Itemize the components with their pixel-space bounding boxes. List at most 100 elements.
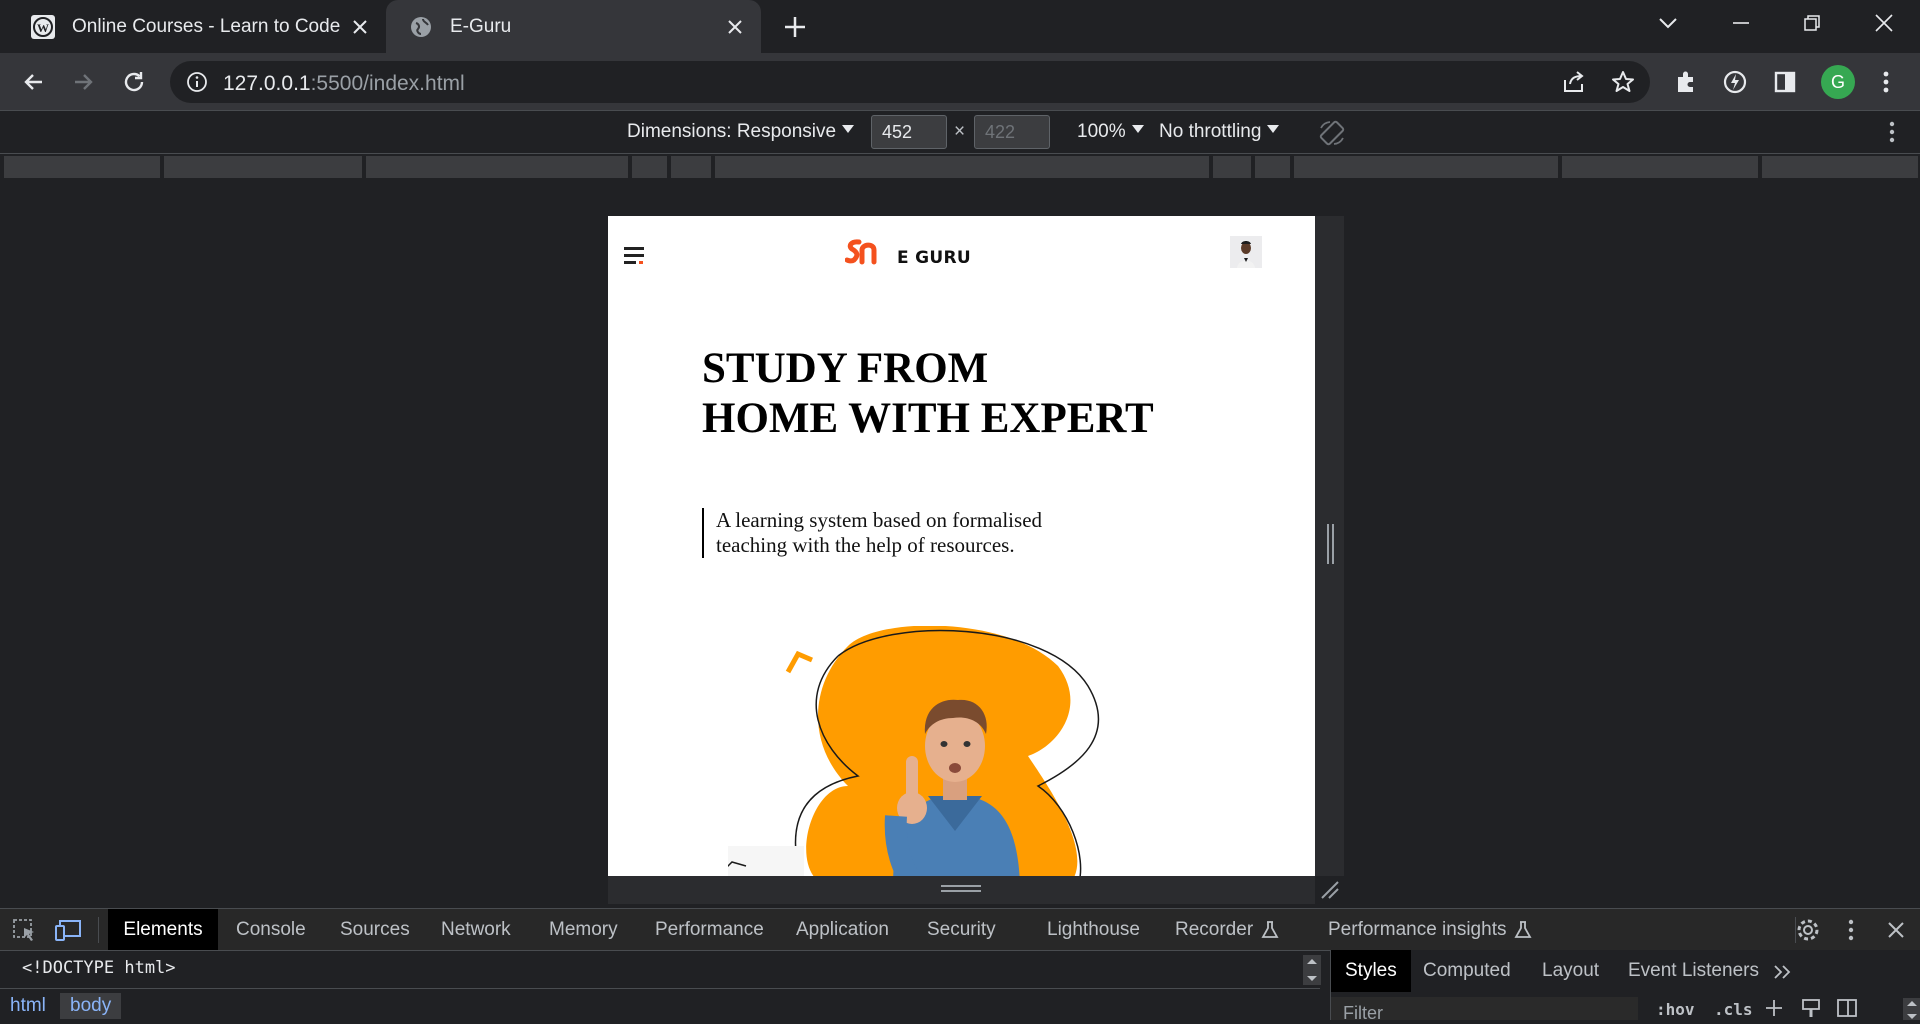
doctype-node[interactable]: <!DOCTYPE html> (22, 958, 176, 978)
media-query-segment[interactable] (1213, 156, 1251, 178)
breadcrumb-html[interactable]: html (0, 993, 56, 1019)
rotate-icon[interactable] (1318, 120, 1346, 146)
width-input[interactable]: 452 (871, 115, 947, 149)
tab-network[interactable]: Network (441, 909, 511, 950)
dimensions-dropdown[interactable]: Dimensions: Responsive (627, 121, 855, 143)
reload-button[interactable] (117, 65, 151, 99)
tab-title: Online Courses - Learn to Code A (72, 15, 342, 37)
share-icon[interactable] (1561, 70, 1587, 94)
tab-styles[interactable]: Styles (1331, 950, 1411, 992)
tab-performance-insights[interactable]: Performance insights (1328, 909, 1532, 950)
media-query-segment[interactable] (4, 156, 160, 178)
settings-gear-icon[interactable] (1795, 917, 1821, 943)
forward-button[interactable] (66, 65, 100, 99)
performance-extension-icon[interactable] (1718, 65, 1752, 99)
media-query-segment[interactable] (671, 156, 711, 178)
media-query-segment[interactable] (1562, 156, 1758, 178)
height-input[interactable]: 422 (974, 115, 1050, 149)
styles-pane: Styles Computed Layout Event Listeners F… (1330, 950, 1920, 1023)
hov-toggle[interactable]: :hov (1656, 1000, 1695, 1019)
experiment-flask-icon (1261, 920, 1279, 938)
chevron-decoration-icon (785, 650, 813, 674)
breadcrumb: html body (0, 988, 1320, 1021)
e-guru-logo-icon[interactable] (845, 238, 879, 266)
zoom-dropdown[interactable]: 100% (1077, 121, 1144, 143)
back-button[interactable] (17, 65, 51, 99)
media-query-bar (0, 154, 1920, 182)
browser-toolbar: 127.0.0.1:5500/index.html G (0, 53, 1920, 110)
experiment-flask-icon (1514, 920, 1532, 938)
times-sign: × (954, 121, 966, 142)
scrollbar[interactable] (1903, 998, 1920, 1020)
throttling-dropdown[interactable]: No throttling (1159, 121, 1280, 143)
tab-security[interactable]: Security (927, 909, 996, 950)
tab-lighthouse[interactable]: Lighthouse (1047, 909, 1140, 950)
tab-title: E-Guru (450, 15, 512, 37)
paint-brush-icon[interactable] (1801, 999, 1821, 1017)
tab-performance[interactable]: Performance (655, 909, 764, 950)
scrollbar[interactable] (1303, 955, 1321, 985)
media-query-segment[interactable] (164, 156, 362, 178)
tab-sources[interactable]: Sources (340, 909, 410, 950)
hamburger-menu-icon[interactable] (624, 246, 646, 266)
viewport-right-resizer[interactable] (1315, 216, 1344, 876)
tab-search-icon[interactable] (1650, 8, 1686, 38)
viewport-bottom-resizer[interactable] (608, 876, 1315, 904)
tab-elements[interactable]: Elements (108, 909, 218, 950)
media-query-segment[interactable] (1294, 156, 1558, 178)
tab-recorder[interactable]: Recorder (1175, 909, 1279, 950)
device-toolbar: Dimensions: Responsive 452 × 422 100% No… (0, 110, 1920, 154)
breadcrumb-body[interactable]: body (60, 993, 122, 1019)
media-query-segment[interactable] (715, 156, 1209, 178)
tab-strip: W Online Courses - Learn to Code A E-Gur… (0, 0, 1920, 53)
close-icon[interactable] (725, 17, 745, 37)
extensions-icon[interactable] (1669, 65, 1703, 99)
hero-title-line-1: STUDY FROM (702, 345, 989, 392)
globe-icon (408, 14, 434, 40)
new-tab-button[interactable] (780, 12, 810, 42)
side-panel-icon[interactable] (1768, 65, 1802, 99)
hero-title: STUDY FROM HOME WITH EXPERT (702, 344, 1154, 444)
new-rule-plus-icon[interactable] (1765, 999, 1783, 1017)
restore-icon[interactable] (1794, 8, 1830, 38)
tab-online-courses[interactable]: W Online Courses - Learn to Code A (0, 0, 386, 53)
tab-computed[interactable]: Computed (1423, 960, 1511, 982)
tab-application[interactable]: Application (796, 909, 889, 950)
hero-illustration (728, 626, 1208, 876)
close-devtools-icon[interactable] (1886, 920, 1906, 940)
tab-layout[interactable]: Layout (1542, 960, 1599, 982)
window-close-icon[interactable] (1866, 8, 1902, 38)
wordpress-icon: W (30, 14, 56, 40)
tab-event-listeners[interactable]: Event Listeners (1628, 960, 1759, 982)
profile-avatar[interactable]: G (1821, 65, 1855, 99)
media-query-segment[interactable] (1762, 156, 1918, 178)
more-tabs-chevron-icon[interactable] (1773, 964, 1793, 980)
svg-text:W: W (37, 21, 49, 35)
device-toggle-icon[interactable] (54, 918, 82, 942)
hero-subtitle: A learning system based on formalised te… (702, 508, 1076, 558)
devtools-menu-icon[interactable] (1847, 919, 1855, 941)
toggle-sidebar-icon[interactable] (1837, 999, 1857, 1017)
user-avatar[interactable] (1230, 236, 1262, 268)
inspect-element-icon[interactable] (12, 918, 38, 942)
menu-kebab-icon[interactable] (1869, 65, 1903, 99)
address-bar[interactable]: 127.0.0.1:5500/index.html (170, 61, 1650, 103)
media-query-segment[interactable] (1255, 156, 1290, 178)
info-icon[interactable] (186, 71, 208, 93)
minimize-icon[interactable] (1723, 8, 1759, 38)
styles-filter-input[interactable]: Filter (1331, 997, 1638, 1023)
device-options-icon[interactable] (1888, 121, 1896, 143)
tab-memory[interactable]: Memory (549, 909, 618, 950)
brand-name[interactable]: E GURU (897, 248, 971, 268)
cls-toggle[interactable]: .cls (1714, 1000, 1753, 1019)
bookmark-star-icon[interactable] (1610, 69, 1636, 95)
corner-resize-handle-icon[interactable] (1318, 878, 1340, 900)
close-icon[interactable] (350, 17, 370, 37)
devtools-tab-bar: Elements Console Sources Network Memory … (0, 908, 1920, 950)
media-query-segment[interactable] (632, 156, 667, 178)
emulated-viewport: E GURU STUDY FROM HOME WITH EXPERT A lea… (608, 216, 1315, 876)
url-text: 127.0.0.1:5500/index.html (223, 72, 465, 95)
tab-e-guru[interactable]: E-Guru (386, 0, 761, 53)
tab-console[interactable]: Console (236, 909, 306, 950)
media-query-segment[interactable] (366, 156, 628, 178)
